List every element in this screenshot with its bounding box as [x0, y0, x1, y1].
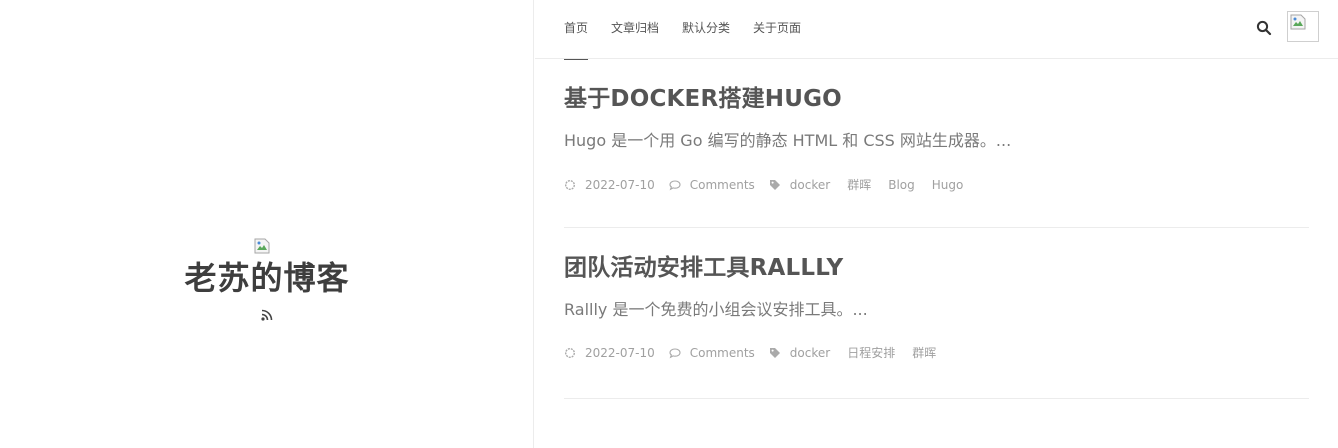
comment-icon — [669, 347, 681, 359]
post-date: 2022-07-10 — [585, 346, 655, 360]
post-tag[interactable]: docker — [790, 177, 830, 193]
post-meta: 2022-07-10 Comments docker 日程安排 群晖 — [564, 345, 936, 361]
nav-menu: 首页 文章归档 默认分类 关于页面 — [564, 0, 824, 60]
post-tag[interactable]: 群晖 — [847, 177, 871, 193]
post-date: 2022-07-10 — [585, 178, 655, 192]
nav-item-about[interactable]: 关于页面 — [753, 0, 801, 59]
post-item: 团队活动安排工具RALLLY Rallly 是一个免费的小组会议安排工具。...… — [564, 228, 1309, 399]
sidebar: 老苏的博客 — [0, 0, 534, 448]
post-list: 基于DOCKER搭建HUGO Hugo 是一个用 Go 编写的静态 HTML 和… — [564, 59, 1309, 399]
post-tag[interactable]: 日程安排 — [847, 345, 895, 361]
top-nav: 首页 文章归档 默认分类 关于页面 — [535, 0, 1338, 60]
tag-icon — [769, 347, 781, 359]
brand: 老苏的博客 — [0, 238, 534, 321]
broken-image-icon[interactable] — [254, 238, 270, 254]
nav-item-category[interactable]: 默认分类 — [682, 0, 730, 59]
site-title[interactable]: 老苏的博客 — [184, 258, 349, 298]
nav-item-home[interactable]: 首页 — [564, 0, 589, 60]
search-icon[interactable] — [1256, 20, 1272, 36]
post-tag[interactable]: Blog — [888, 177, 915, 193]
comment-icon — [669, 179, 681, 191]
avatar[interactable] — [1287, 11, 1319, 42]
post-tag[interactable]: 群晖 — [912, 345, 936, 361]
post-title[interactable]: 团队活动安排工具RALLLY — [564, 253, 843, 283]
rss-icon[interactable] — [261, 306, 273, 321]
post-item: 基于DOCKER搭建HUGO Hugo 是一个用 Go 编写的静态 HTML 和… — [564, 59, 1309, 228]
post-tag[interactable]: docker — [790, 345, 830, 361]
page: 老苏的博客 首页 文章归档 默认分类 关于页面 基于DOCKER搭建HUGO H… — [0, 0, 1338, 448]
tag-icon — [769, 179, 781, 191]
post-excerpt: Hugo 是一个用 Go 编写的静态 HTML 和 CSS 网站生成器。... — [564, 131, 1012, 150]
post-excerpt: Rallly 是一个免费的小组会议安排工具。... — [564, 300, 868, 319]
nav-item-archive[interactable]: 文章归档 — [611, 0, 659, 59]
clock-icon — [564, 179, 576, 191]
post-title[interactable]: 基于DOCKER搭建HUGO — [564, 84, 842, 114]
post-comments-link[interactable]: Comments — [690, 177, 755, 193]
broken-image-icon — [1290, 14, 1306, 30]
post-tag[interactable]: Hugo — [932, 177, 964, 193]
clock-icon — [564, 347, 576, 359]
post-meta: 2022-07-10 Comments docker 群晖 Blog Hugo — [564, 177, 963, 193]
post-comments-link[interactable]: Comments — [690, 345, 755, 361]
